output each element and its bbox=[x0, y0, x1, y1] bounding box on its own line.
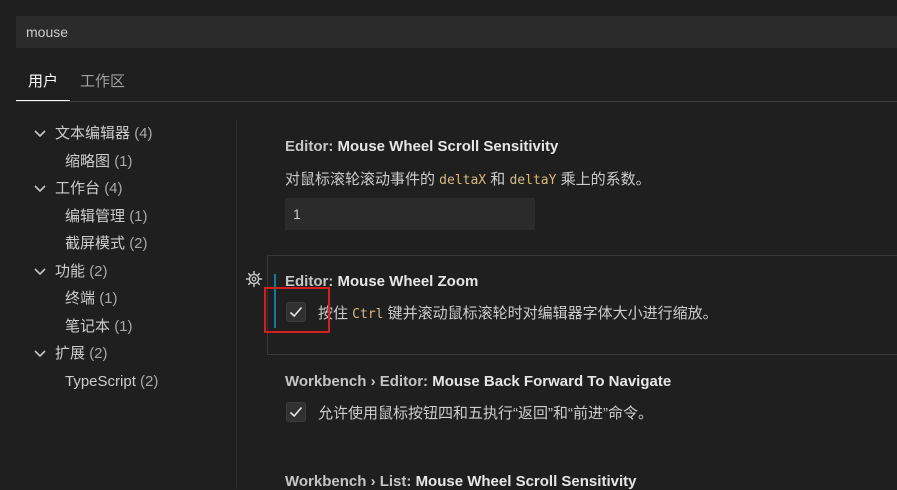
highlight-annotation-box bbox=[264, 287, 330, 333]
settings-search-input[interactable] bbox=[17, 17, 897, 47]
toc-item-text-editor[interactable]: 文本编辑器 (4) bbox=[55, 121, 153, 147]
setting-title-scroll-sensitivity: Editor: Mouse Wheel Scroll Sensitivity bbox=[285, 138, 559, 155]
toc-item-notebook[interactable]: 笔记本 (1) bbox=[65, 314, 133, 340]
tab-workspace[interactable]: 工作区 bbox=[80, 66, 150, 102]
setting-description-back-forward: 允许使用鼠标按钮四和五执行“返回”和“前进”命令。 bbox=[318, 405, 653, 422]
tabs-divider bbox=[16, 101, 897, 102]
setting-title-list-scroll-sensitivity: Workbench › List: Mouse Wheel Scroll Sen… bbox=[285, 473, 637, 490]
settings-search-box[interactable] bbox=[16, 16, 897, 48]
chevron-down-icon[interactable] bbox=[32, 259, 48, 285]
chevron-down-icon[interactable] bbox=[32, 121, 48, 147]
setting-title-back-forward: Workbench › Editor: Mouse Back Forward T… bbox=[285, 373, 672, 390]
checkmark-icon bbox=[289, 406, 303, 418]
tab-user[interactable]: 用户 bbox=[16, 66, 70, 102]
toc-item-screencast-mode[interactable]: 截屏模式 (2) bbox=[65, 231, 148, 257]
setting-description-scroll-sensitivity: 对鼠标滚轮滚动事件的 deltaX 和 deltaY 乘上的系数。 bbox=[285, 171, 651, 188]
chevron-down-icon[interactable] bbox=[32, 341, 48, 367]
toc-item-editor-management[interactable]: 编辑管理 (1) bbox=[65, 204, 148, 230]
toc-item-features[interactable]: 功能 (2) bbox=[55, 259, 108, 285]
toc-item-extensions[interactable]: 扩展 (2) bbox=[55, 341, 108, 367]
toc-item-terminal[interactable]: 终端 (1) bbox=[65, 286, 118, 312]
toc-item-minimap[interactable]: 缩略图 (1) bbox=[65, 149, 133, 175]
toc-item-workbench[interactable]: 工作台 (4) bbox=[55, 176, 123, 202]
gear-icon[interactable] bbox=[245, 270, 263, 288]
scroll-sensitivity-input[interactable] bbox=[285, 198, 535, 230]
chevron-down-icon[interactable] bbox=[32, 176, 48, 202]
toc-divider bbox=[236, 120, 237, 489]
setting-description-wheel-zoom: 按住 Ctrl 键并滚动鼠标滚轮时对编辑器字体大小进行缩放。 bbox=[318, 305, 718, 322]
back-forward-checkbox[interactable] bbox=[286, 402, 306, 422]
toc-item-typescript[interactable]: TypeScript (2) bbox=[65, 369, 158, 395]
